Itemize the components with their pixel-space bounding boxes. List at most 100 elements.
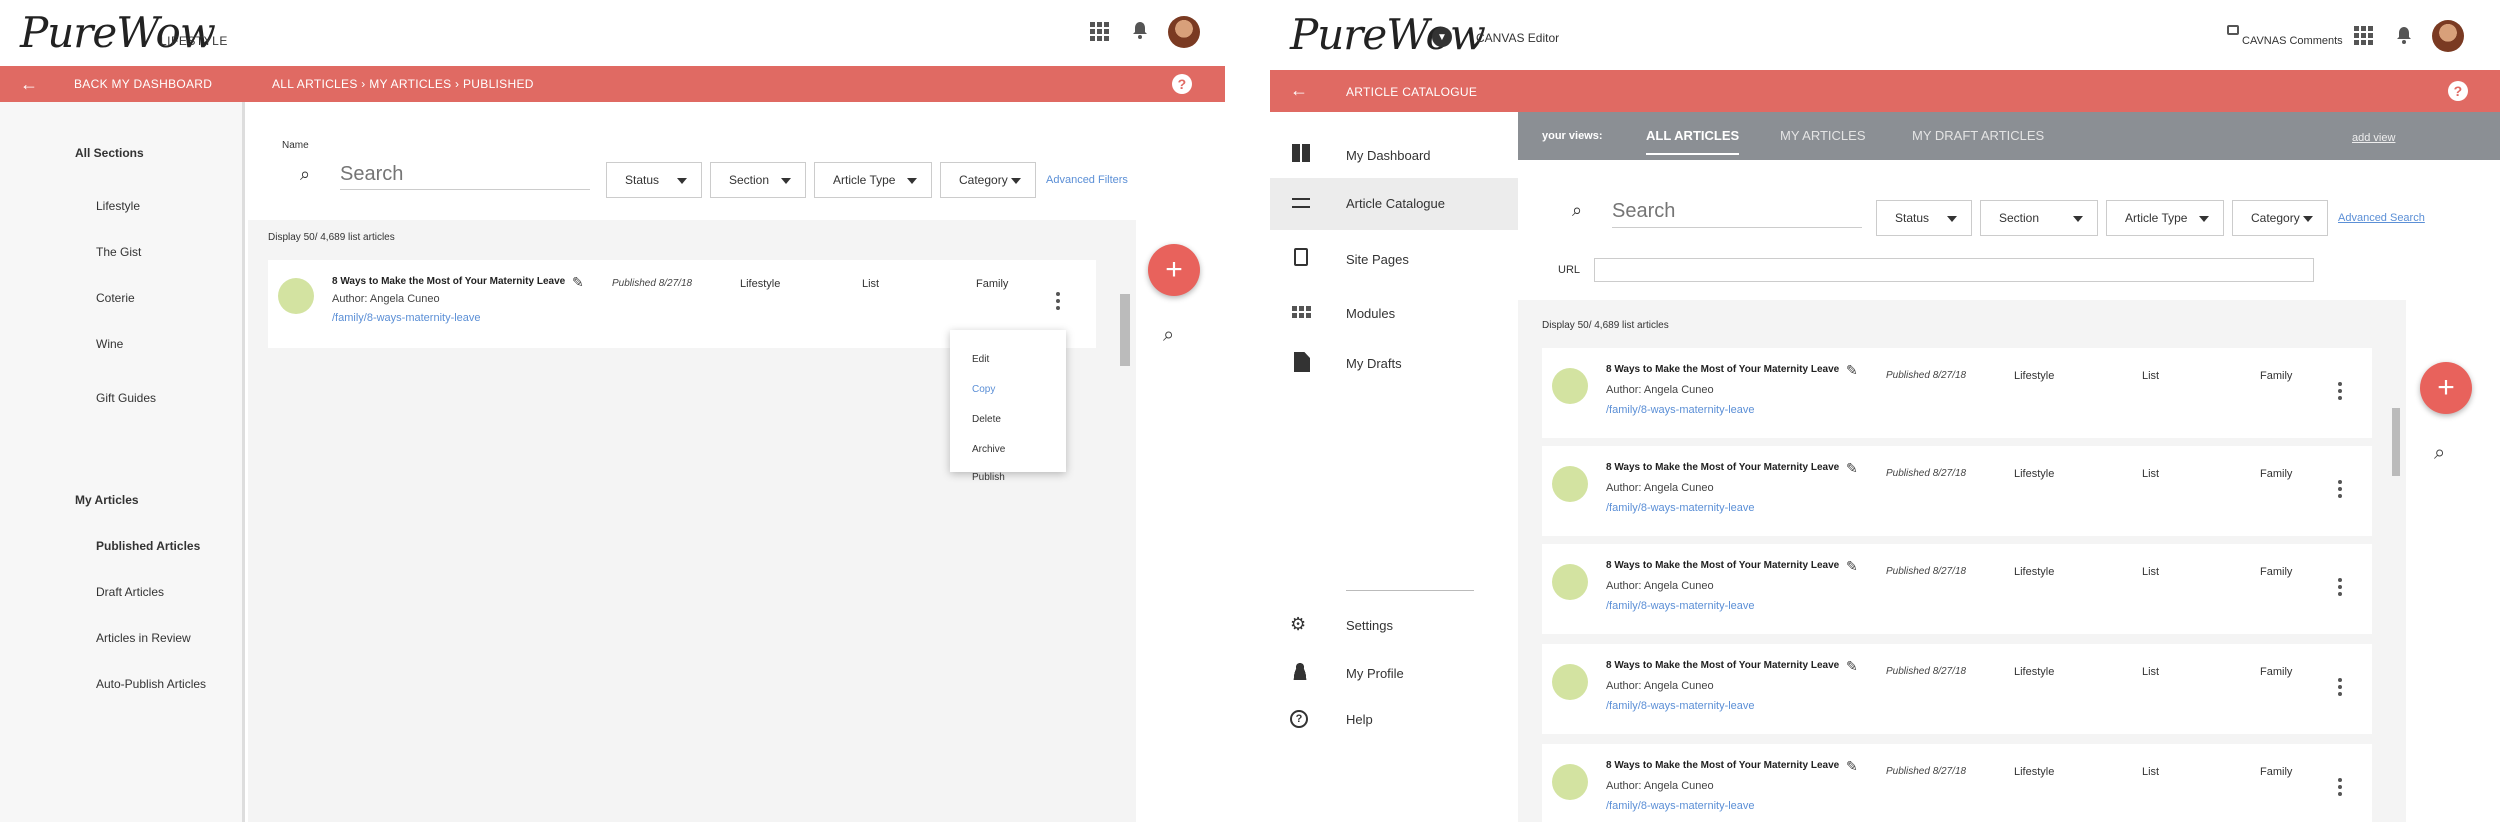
sidebar-item-article-catalogue[interactable]: Article Catalogue — [1346, 196, 1445, 211]
more-options-icon[interactable] — [2338, 578, 2342, 596]
url-input[interactable] — [1594, 258, 2314, 282]
rail-search-icon[interactable]: ⌕ — [2434, 442, 2445, 465]
comment-icon[interactable] — [2227, 25, 2239, 35]
add-article-button[interactable]: + — [2420, 362, 2472, 414]
article-url[interactable]: /family/8-ways-maternity-leave — [1606, 600, 1755, 612]
sidebar-item-gift-guides[interactable]: Gift Guides — [96, 391, 156, 405]
article-url[interactable]: /family/8-ways-maternity-leave — [1606, 502, 1755, 514]
menu-item-copy[interactable]: Copy — [972, 384, 995, 395]
menu-item-publish[interactable]: Publish — [972, 472, 1005, 483]
advanced-search-link[interactable]: Advanced Search — [2338, 212, 2425, 224]
category-dropdown[interactable]: Category — [2232, 200, 2328, 236]
more-options-icon[interactable] — [2338, 778, 2342, 796]
article-type-dropdown[interactable]: Article Type — [2106, 200, 2224, 236]
sidebar-item-lifestyle[interactable]: Lifestyle — [96, 199, 140, 213]
article-title[interactable]: 8 Ways to Make the Most of Your Maternit… — [332, 276, 565, 287]
bell-icon[interactable] — [2395, 25, 2413, 45]
article-title[interactable]: 8 Ways to Make the Most of Your Maternit… — [1606, 364, 1839, 375]
table-row[interactable]: 8 Ways to Make the Most of Your Maternit… — [1542, 544, 2372, 634]
my-articles-label[interactable]: My Articles — [75, 493, 139, 507]
rail-search-icon[interactable]: ⌕ — [1163, 324, 1174, 347]
article-url[interactable]: /family/8-ways-maternity-leave — [332, 312, 481, 324]
user-avatar[interactable] — [1168, 16, 1200, 48]
status-dropdown[interactable]: Status — [606, 162, 702, 198]
app-switcher-chevron-icon[interactable]: ▼ — [1432, 27, 1452, 47]
article-type-dropdown[interactable]: Article Type — [814, 162, 932, 198]
right-tool-rail — [1136, 220, 1225, 822]
status-dropdown[interactable]: Status — [1876, 200, 1972, 236]
article-type: List — [2142, 766, 2160, 778]
add-view-link[interactable]: add view — [2352, 132, 2395, 144]
table-row[interactable]: 8 Ways to Make the Most of Your Maternit… — [1542, 644, 2372, 734]
pencil-icon[interactable]: ✎ — [1846, 758, 1858, 775]
sidebar-item-the-gist[interactable]: The Gist — [96, 245, 141, 259]
tab-all-articles[interactable]: ALL ARTICLES — [1646, 128, 1740, 155]
published-date: Published 8/27/18 — [612, 278, 693, 289]
pencil-icon[interactable]: ✎ — [572, 274, 584, 291]
help-icon[interactable]: ? — [2448, 81, 2468, 101]
search-input[interactable] — [340, 160, 590, 190]
tab-my-articles[interactable]: MY ARTICLES — [1780, 128, 1866, 143]
sidebar-item-my-dashboard[interactable]: My Dashboard — [1346, 148, 1431, 163]
menu-item-edit[interactable]: Edit — [972, 354, 989, 365]
main-area: Name ⌕ Status Section Article Type Categ… — [248, 102, 1225, 822]
back-dashboard-link[interactable]: BACK MY DASHBOARD — [74, 77, 212, 91]
sidebar-item-modules[interactable]: Modules — [1346, 306, 1395, 321]
section-dropdown[interactable]: Section — [710, 162, 806, 198]
table-row[interactable]: 8 Ways to Make the Most of Your Maternit… — [1542, 744, 2372, 822]
pencil-icon[interactable]: ✎ — [1846, 460, 1858, 477]
all-sections-label[interactable]: All Sections — [75, 146, 144, 160]
article-thumbnail — [1552, 564, 1588, 600]
article-title[interactable]: 8 Ways to Make the Most of Your Maternit… — [1606, 560, 1839, 571]
more-options-icon[interactable] — [2338, 382, 2342, 400]
sidebar-item-draft[interactable]: Draft Articles — [96, 585, 164, 599]
sidebar-item-settings[interactable]: Settings — [1346, 618, 1393, 633]
sidebar-item-my-profile[interactable]: My Profile — [1346, 666, 1404, 681]
more-options-icon[interactable] — [2338, 480, 2342, 498]
pencil-icon[interactable]: ✎ — [1846, 362, 1858, 379]
bell-icon[interactable] — [1131, 20, 1149, 40]
back-arrow-icon[interactable]: ← — [20, 74, 38, 95]
comments-link[interactable]: CAVNAS Comments — [2242, 35, 2343, 47]
article-title[interactable]: 8 Ways to Make the Most of Your Maternit… — [1606, 462, 1839, 473]
sidebar: All Sections Lifestyle The Gist Coterie … — [0, 102, 245, 822]
sidebar-item-help[interactable]: Help — [1346, 712, 1373, 727]
sidebar-item-coterie[interactable]: Coterie — [96, 291, 135, 305]
section-dropdown[interactable]: Section — [1980, 200, 2098, 236]
sidebar-item-review[interactable]: Articles in Review — [96, 631, 191, 645]
sidebar-item-published[interactable]: Published Articles — [96, 539, 200, 553]
apps-grid-icon[interactable] — [2354, 26, 2373, 45]
row-context-menu: Edit Copy Delete Archive Publish — [950, 330, 1066, 483]
sidebar-item-auto-publish[interactable]: Auto-Publish Articles — [96, 677, 206, 691]
pencil-icon[interactable]: ✎ — [1846, 558, 1858, 575]
article-author: Author: Angela Cuneo — [1606, 780, 1714, 792]
apps-grid-icon[interactable] — [1090, 22, 1109, 41]
article-title[interactable]: 8 Ways to Make the Most of Your Maternit… — [1606, 760, 1839, 771]
article-url[interactable]: /family/8-ways-maternity-leave — [1606, 404, 1755, 416]
more-options-icon[interactable] — [2338, 678, 2342, 696]
category-dropdown[interactable]: Category — [940, 162, 1036, 198]
article-url[interactable]: /family/8-ways-maternity-leave — [1606, 700, 1755, 712]
back-arrow-icon[interactable]: ← — [1290, 80, 1308, 101]
user-avatar[interactable] — [2432, 20, 2464, 52]
more-options-icon[interactable] — [1056, 292, 1060, 310]
article-url[interactable]: /family/8-ways-maternity-leave — [1606, 800, 1755, 812]
table-row[interactable]: 8 Ways to Make the Most of Your Maternit… — [1542, 348, 2372, 438]
sidebar-item-site-pages[interactable]: Site Pages — [1346, 252, 1409, 267]
pencil-icon[interactable]: ✎ — [1846, 658, 1858, 675]
sidebar-item-wine[interactable]: Wine — [96, 337, 123, 351]
scrollbar-thumb[interactable] — [1120, 294, 1130, 366]
menu-item-delete[interactable]: Delete — [972, 414, 1001, 425]
menu-item-archive[interactable]: Archive — [972, 444, 1005, 455]
dashboard-icon — [1292, 144, 1310, 162]
article-title[interactable]: 8 Ways to Make the Most of Your Maternit… — [1606, 660, 1839, 671]
tab-my-draft-articles[interactable]: MY DRAFT ARTICLES — [1912, 128, 2044, 143]
table-row[interactable]: 8 Ways to Make the Most of Your Maternit… — [1542, 446, 2372, 536]
add-article-button[interactable]: + — [1148, 244, 1200, 296]
search-input[interactable] — [1612, 196, 1862, 228]
sidebar-item-my-drafts[interactable]: My Drafts — [1346, 356, 1402, 371]
scrollbar-thumb[interactable] — [2392, 408, 2400, 476]
advanced-filters-link[interactable]: Advanced Filters — [1046, 174, 1128, 186]
help-icon[interactable]: ? — [1172, 74, 1192, 94]
sidebar-divider — [1346, 590, 1474, 591]
